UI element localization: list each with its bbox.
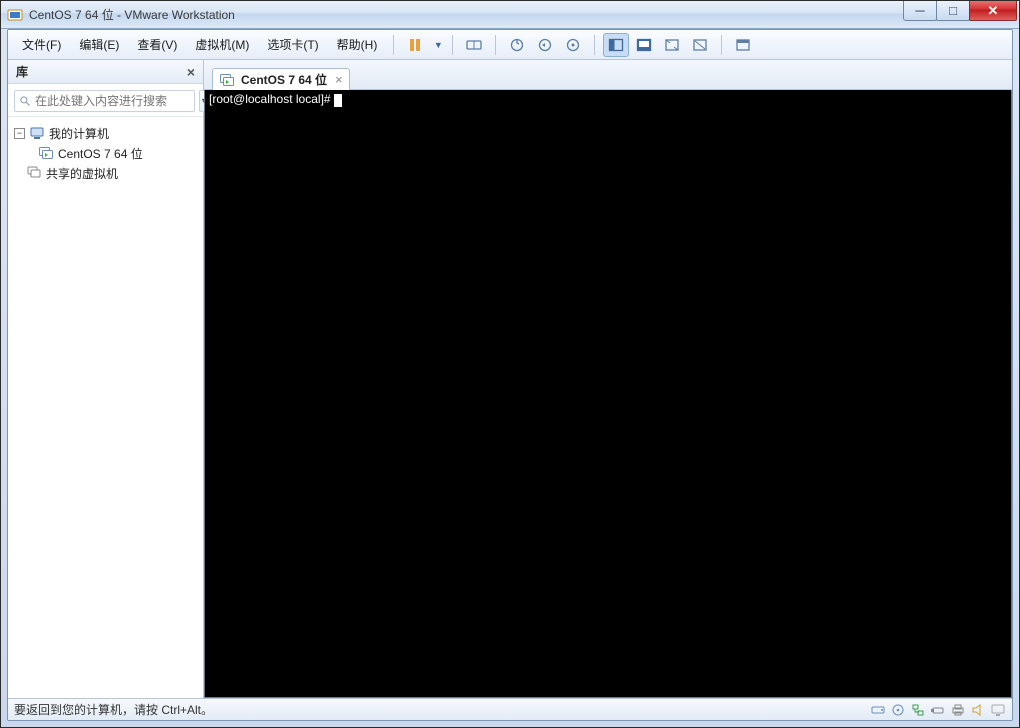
app-window: CentOS 7 64 位 - VMware Workstation ─ □ ✕… (0, 0, 1020, 728)
display-status-icon[interactable] (990, 702, 1006, 718)
snapshot-revert-button[interactable] (532, 33, 558, 57)
search-box[interactable] (14, 90, 195, 112)
vm-running-icon (219, 72, 235, 88)
tree-label: 我的计算机 (49, 125, 109, 142)
library-pane-icon (608, 37, 624, 53)
separator (721, 35, 722, 55)
snapshot-icon (509, 37, 525, 53)
terminal-cursor (334, 94, 342, 107)
sidebar-title: 库 (16, 63, 28, 80)
tab-label: CentOS 7 64 位 (241, 71, 327, 88)
fullscreen-button[interactable] (659, 33, 685, 57)
vm-running-icon (38, 145, 54, 161)
menu-view[interactable]: 查看(V) (129, 32, 185, 57)
menu-tabs[interactable]: 选项卡(T) (259, 32, 326, 57)
sound-status-icon[interactable] (970, 702, 986, 718)
unity-icon (692, 37, 708, 53)
maximize-button[interactable]: □ (936, 1, 970, 21)
titlebar[interactable]: CentOS 7 64 位 - VMware Workstation ─ □ ✕ (1, 1, 1019, 29)
sidebar-close-button[interactable]: × (187, 64, 195, 80)
separator (594, 35, 595, 55)
tree-label: 共享的虚拟机 (46, 165, 118, 182)
pause-vm-button[interactable] (402, 33, 428, 57)
fullscreen-icon (664, 37, 680, 53)
tree-root-my-computer[interactable]: − 我的计算机 (10, 123, 201, 143)
printer-status-icon[interactable] (950, 702, 966, 718)
tree-label: CentOS 7 64 位 (58, 145, 143, 162)
usb-status-icon[interactable] (930, 702, 946, 718)
pause-icon (410, 39, 420, 51)
sidebar-header: 库 × (8, 60, 203, 84)
computer-icon (29, 125, 45, 141)
tabbar: CentOS 7 64 位 × (204, 60, 1012, 90)
send-ctrl-alt-del-button[interactable] (461, 33, 487, 57)
main-area: CentOS 7 64 位 × [root@localhost local]# (204, 60, 1012, 698)
search-icon (19, 95, 31, 107)
terminal-prompt: [root@localhost local]# (209, 92, 334, 106)
tab-centos[interactable]: CentOS 7 64 位 × (212, 68, 350, 90)
menu-vm[interactable]: 虚拟机(M) (187, 32, 257, 57)
vm-console-terminal[interactable]: [root@localhost local]# (204, 90, 1012, 698)
client-area: 文件(F) 编辑(E) 查看(V) 虚拟机(M) 选项卡(T) 帮助(H) ▼ (7, 29, 1013, 721)
minimize-button[interactable]: ─ (903, 1, 937, 21)
console-icon (735, 37, 751, 53)
statusbar: 要返回到您的计算机，请按 Ctrl+Alt。 (8, 698, 1012, 720)
cd-status-icon[interactable] (890, 702, 906, 718)
menu-help[interactable]: 帮助(H) (329, 32, 386, 57)
expander-icon[interactable]: − (14, 128, 25, 139)
revert-icon (537, 37, 553, 53)
vmware-app-icon (7, 7, 23, 23)
menu-edit[interactable]: 编辑(E) (71, 32, 127, 57)
snapshot-take-button[interactable] (504, 33, 530, 57)
keyboard-icon (466, 37, 482, 53)
separator (393, 35, 394, 55)
snapshot-manager-icon (565, 37, 581, 53)
show-library-button[interactable] (603, 33, 629, 57)
console-view-button[interactable] (730, 33, 756, 57)
thumbnail-icon (636, 37, 652, 53)
unity-button[interactable] (687, 33, 713, 57)
window-controls: ─ □ ✕ (904, 1, 1017, 21)
separator (452, 35, 453, 55)
tab-close-button[interactable]: × (335, 72, 343, 87)
tree-item-shared-vms[interactable]: 共享的虚拟机 (10, 163, 201, 183)
snapshot-manager-button[interactable] (560, 33, 586, 57)
menu-file[interactable]: 文件(F) (14, 32, 69, 57)
thumbnail-bar-button[interactable] (631, 33, 657, 57)
power-dropdown[interactable]: ▼ (430, 33, 444, 57)
window-title: CentOS 7 64 位 - VMware Workstation (29, 6, 235, 23)
status-hint: 要返回到您的计算机，请按 Ctrl+Alt。 (14, 701, 213, 718)
shared-vm-icon (26, 165, 42, 181)
harddisk-status-icon[interactable] (870, 702, 886, 718)
library-sidebar: 库 × ▼ − 我的计算机 (8, 60, 204, 698)
status-device-icons (870, 702, 1006, 718)
close-button[interactable]: ✕ (969, 1, 1017, 21)
separator (495, 35, 496, 55)
search-input[interactable] (35, 94, 190, 108)
search-row: ▼ (8, 84, 203, 117)
body: 库 × ▼ − 我的计算机 (8, 60, 1012, 698)
tree-item-centos[interactable]: CentOS 7 64 位 (10, 143, 201, 163)
network-status-icon[interactable] (910, 702, 926, 718)
library-tree: − 我的计算机 CentOS 7 64 位 (8, 117, 203, 189)
menubar: 文件(F) 编辑(E) 查看(V) 虚拟机(M) 选项卡(T) 帮助(H) ▼ (8, 30, 1012, 60)
